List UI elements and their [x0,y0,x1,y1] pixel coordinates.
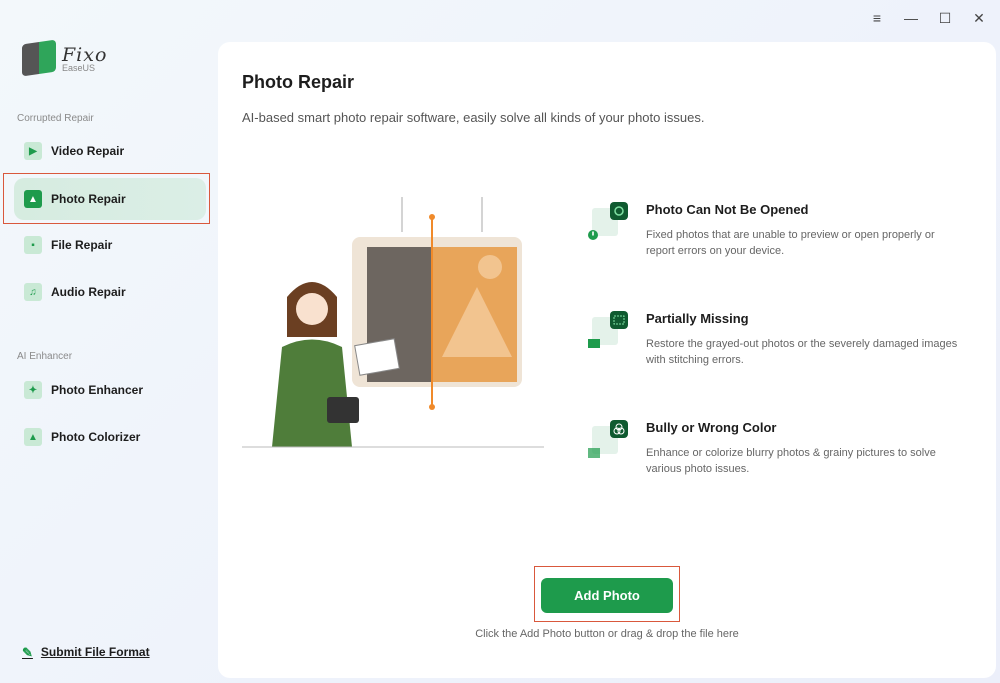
sidebar-item-video-repair[interactable]: ▶ Video Repair [14,130,206,172]
enhancer-icon: ✦ [24,381,42,399]
page-title: Photo Repair [242,72,355,92]
broken-photo-icon [588,202,628,240]
drop-hint: Click the Add Photo button or drag & dro… [475,628,739,640]
feature-title: Photo Can Not Be Opened [646,202,809,217]
video-icon: ▶ [24,142,42,160]
sidebar-item-file-repair[interactable]: ▪ File Repair [14,224,206,266]
feature-desc: Fixed photos that are unable to preview … [646,229,935,257]
sidebar-item-audio-repair[interactable]: ♫ Audio Repair [14,271,206,313]
submit-file-format-link[interactable]: ✎ Submit File Format [22,645,150,661]
sidebar-item-label: Video Repair [51,144,125,158]
color-photo-icon [588,420,628,458]
sidebar-item-photo-colorizer[interactable]: ▲ Photo Colorizer [14,416,206,458]
sidebar-item-label: Photo Colorizer [51,430,141,444]
window-controls: ≡ — ☐ ✕ [870,10,986,27]
feature-title: Bully or Wrong Color [646,420,777,435]
file-icon: ▪ [24,236,42,254]
audio-icon: ♫ [24,283,42,301]
feature-desc: Restore the grayed-out photos or the sev… [646,338,958,366]
illustration [242,197,544,448]
selection-highlight [3,173,210,224]
submit-label: Submit File Format [40,645,150,659]
sidebar-item-label: Audio Repair [51,285,126,299]
colorizer-icon: ▲ [24,428,42,446]
missing-photo-icon [588,311,628,348]
section-ai-enhancer: AI Enhancer [17,351,73,362]
feature-title: Partially Missing [646,311,749,326]
feature-desc: Enhance or colorize blurry photos & grai… [646,447,936,475]
menu-button[interactable]: ≡ [870,10,884,27]
close-button[interactable]: ✕ [972,10,986,27]
maximize-button[interactable]: ☐ [938,10,952,27]
main-panel: Photo Repair AI-based smart photo repair… [218,42,996,678]
app-logo: Fixo EaseUS [22,39,107,77]
sidebar-item-label: Photo Enhancer [51,383,144,397]
sidebar-item-label: File Repair [51,238,113,252]
section-corrupted-repair: Corrupted Repair [17,113,94,124]
add-photo-button[interactable]: Add Photo [541,578,673,613]
logo-icon [22,39,56,77]
page-subtitle: AI-based smart photo repair software, ea… [242,110,705,125]
pen-icon: ✎ [22,645,33,660]
minimize-button[interactable]: — [904,10,918,27]
sidebar-item-photo-enhancer[interactable]: ✦ Photo Enhancer [14,369,206,411]
